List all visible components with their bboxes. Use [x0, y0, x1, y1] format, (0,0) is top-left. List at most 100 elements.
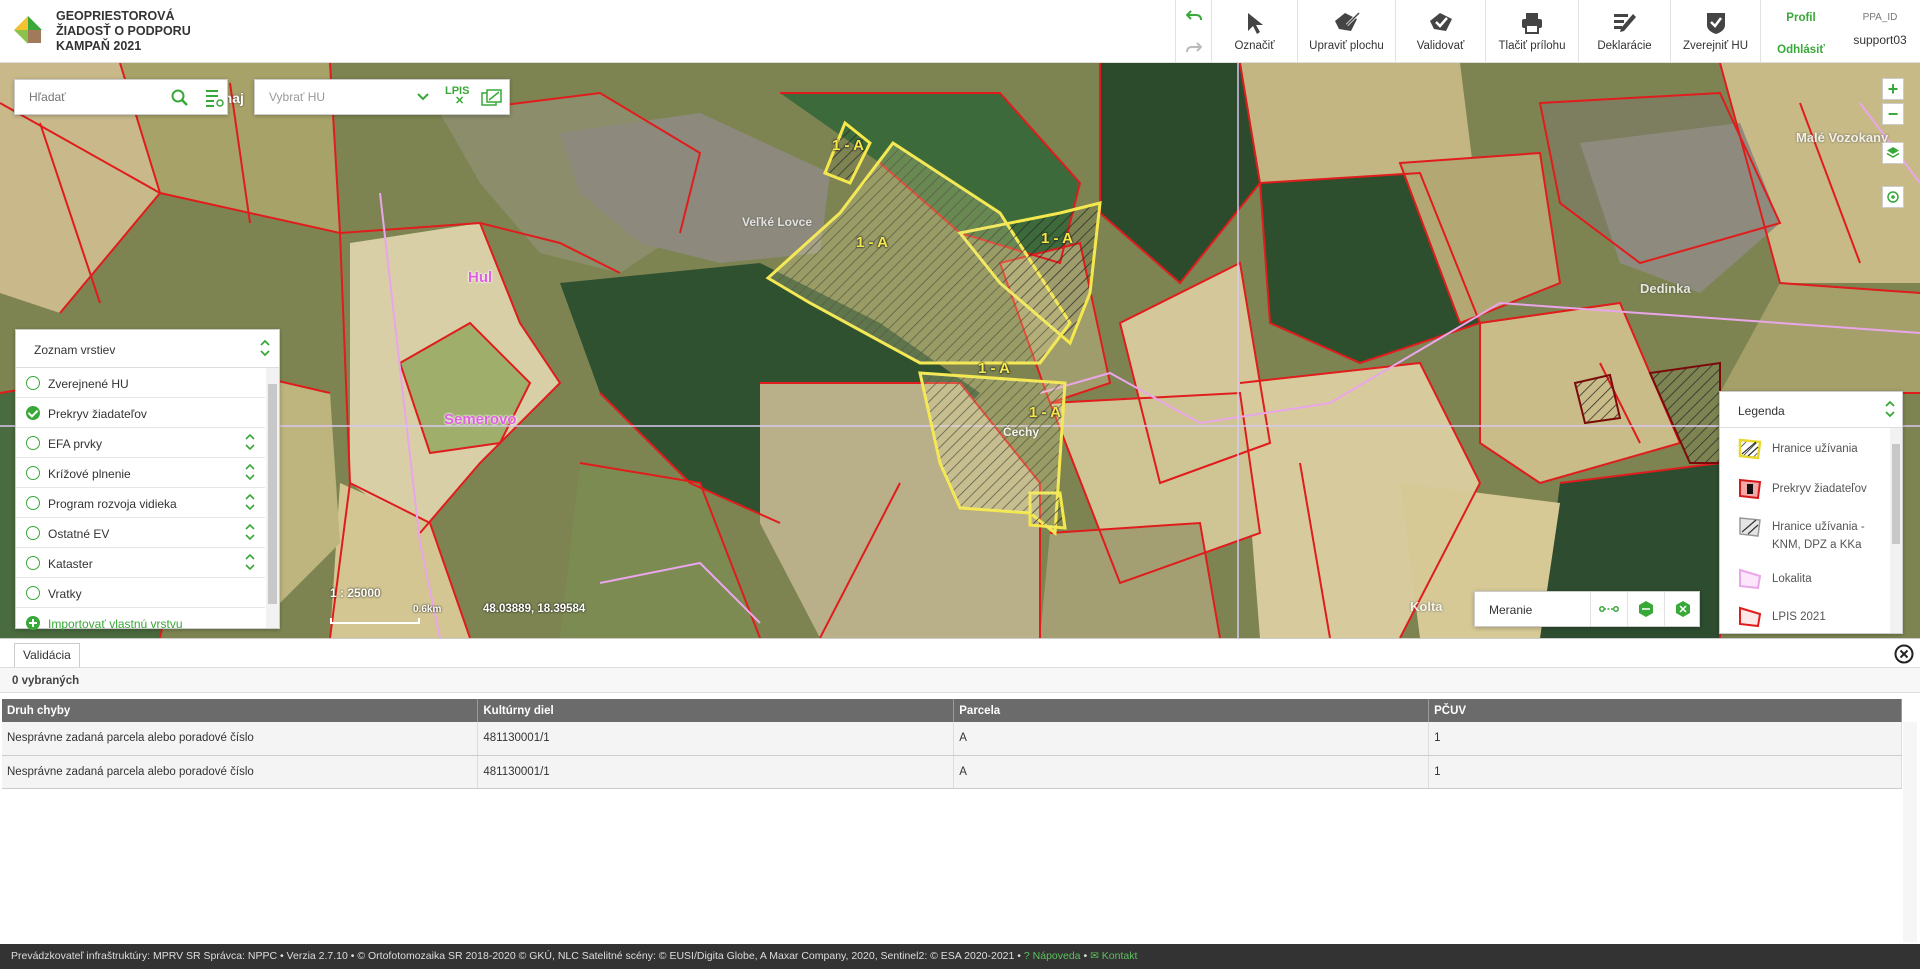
- lpis-toggle[interactable]: LPIS ✕: [445, 85, 469, 107]
- zoom-out-button[interactable]: −: [1882, 103, 1904, 125]
- search-icon[interactable]: [171, 89, 189, 107]
- layer-label: Zverejnené HU: [48, 377, 129, 391]
- zoom-in-button[interactable]: +: [1882, 78, 1904, 100]
- tool-publish-button[interactable]: Zverejniť HU: [1670, 0, 1760, 63]
- undo-button[interactable]: [1176, 0, 1211, 31]
- column-header[interactable]: PČUV: [1428, 699, 1902, 722]
- search-input[interactable]: [15, 80, 165, 114]
- layer-checkbox[interactable]: [26, 526, 40, 540]
- validate-icon: [1429, 13, 1452, 31]
- app-title-line-2: ŽIADOSŤ O PODPORU: [56, 24, 191, 38]
- layer-checkbox[interactable]: [26, 376, 40, 390]
- tool-validate-button[interactable]: Validovať: [1395, 0, 1485, 63]
- locate-button[interactable]: [1882, 186, 1904, 208]
- layer-label: Vratky: [48, 587, 82, 601]
- column-header[interactable]: Parcela: [953, 699, 1430, 722]
- reorder-icon[interactable]: [245, 522, 255, 542]
- layer-item-vratky[interactable]: Vratky: [16, 578, 265, 608]
- layers-panel: Zoznam vrstiev Zverejnené HU Prekryv žia…: [15, 329, 280, 631]
- layers-icon: [1886, 147, 1900, 158]
- layer-checkbox[interactable]: [26, 556, 40, 570]
- column-header[interactable]: Kultúrny diel: [477, 699, 955, 722]
- layer-label: EFA prvky: [48, 437, 103, 451]
- layer-item-krizove-plnenie[interactable]: Krížové plnenie: [16, 458, 265, 488]
- measure-area-button[interactable]: [1627, 592, 1664, 626]
- declarations-icon: [1613, 14, 1636, 32]
- tool-print-button[interactable]: Tlačiť prílohu: [1485, 0, 1578, 63]
- tool-select-button[interactable]: Označiť: [1211, 0, 1297, 63]
- close-icon[interactable]: [1894, 644, 1914, 664]
- layer-item-efa-prvky[interactable]: EFA prvky: [16, 428, 265, 458]
- scrollbar-thumb[interactable]: [268, 384, 277, 604]
- chevron-down-icon[interactable]: [415, 89, 431, 105]
- measure-clear-button[interactable]: [1664, 592, 1701, 626]
- column-header[interactable]: Druh chyby: [2, 699, 479, 722]
- user-id-label: PPA_ID: [1862, 12, 1898, 23]
- table-cell: A: [953, 722, 1430, 756]
- place-label-cechy: Čechy: [1003, 425, 1040, 439]
- tool-edit-area-button[interactable]: Upraviť plochu: [1297, 0, 1395, 63]
- measure-panel: Meranie: [1474, 591, 1700, 627]
- import-layer-button[interactable]: Importovať vlastnú vrstvu: [16, 608, 265, 638]
- layer-checkbox[interactable]: [26, 466, 40, 480]
- layer-item-zverejnene-hu[interactable]: Zverejnené HU: [16, 368, 265, 398]
- layer-checkbox[interactable]: [26, 406, 40, 420]
- tool-declarations-button[interactable]: Deklarácie: [1578, 0, 1670, 63]
- layers-scrollbar[interactable]: [266, 368, 279, 628]
- layer-checkbox[interactable]: [26, 496, 40, 510]
- redo-button[interactable]: [1176, 32, 1211, 63]
- help-link[interactable]: ? Nápoveda: [1024, 950, 1081, 962]
- collapse-icon[interactable]: [1884, 400, 1896, 418]
- hu-select[interactable]: Vybrať HU: [269, 90, 325, 104]
- layer-item-ostatne-ev[interactable]: Ostatné EV: [16, 518, 265, 548]
- layer-label: Krížové plnenie: [48, 467, 131, 481]
- minus-icon: −: [1887, 104, 1899, 124]
- legend-header[interactable]: Legenda: [1720, 392, 1902, 428]
- parcel-label[interactable]: 1 - A: [978, 360, 1010, 377]
- collapse-icon[interactable]: [259, 339, 271, 357]
- legend-label: LPIS 2021: [1772, 611, 1826, 623]
- plus-icon: +: [1887, 79, 1899, 99]
- add-icon: [26, 616, 40, 630]
- table-row[interactable]: Nesprávne zadaná parcela alebo poradové …: [2, 722, 1902, 756]
- place-label-semerovo: Semerovo: [444, 411, 517, 428]
- help-label: Nápoveda: [1032, 950, 1081, 962]
- app-title-line-3: KAMPAŇ 2021: [56, 39, 142, 53]
- layer-label: Prekryv žiadateľov: [48, 407, 147, 421]
- import-layer-label: Importovať vlastnú vrstvu: [48, 617, 183, 631]
- table-row[interactable]: Nesprávne zadaná parcela alebo poradové …: [2, 755, 1902, 789]
- parcel-label[interactable]: 1 - A: [832, 137, 864, 154]
- scrollbar-thumb[interactable]: [1892, 444, 1900, 544]
- profile-link[interactable]: Profil: [1761, 12, 1841, 24]
- parcel-label[interactable]: 1 - A: [856, 234, 888, 251]
- validation-panel: Validácia 0 vybraných Druh chyby Kultúrn…: [0, 638, 1920, 944]
- measure-distance-icon: [1599, 606, 1619, 612]
- reorder-icon[interactable]: [245, 462, 255, 482]
- parcel-label[interactable]: 1 - A: [1041, 230, 1073, 247]
- layer-item-prekryv-ziadatelov[interactable]: Prekryv žiadateľov: [16, 398, 265, 428]
- layers-panel-header[interactable]: Zoznam vrstiev: [16, 330, 279, 368]
- table-header-row: Druh chyby Kultúrny diel Parcela PČUV: [2, 699, 1902, 722]
- layer-item-program-rozvoja-vidieka[interactable]: Program rozvoja vidieka: [16, 488, 265, 518]
- contact-link[interactable]: ✉ Kontakt: [1090, 950, 1137, 962]
- tool-publish-label: Zverejniť HU: [1682, 40, 1749, 52]
- measure-distance-button[interactable]: [1590, 592, 1627, 626]
- parcel-label[interactable]: 1 - A: [1029, 404, 1061, 421]
- search-list-icon[interactable]: [205, 88, 225, 108]
- reorder-icon[interactable]: [245, 432, 255, 452]
- layer-checkbox[interactable]: [26, 436, 40, 450]
- legend-title: Legenda: [1738, 404, 1785, 418]
- table-scrollbar[interactable]: [1903, 722, 1917, 942]
- map-view[interactable]: Dolný Ohaj Hul Semerovo Veľké Lovce Čech…: [0, 63, 1920, 638]
- locate-icon: [1887, 191, 1899, 203]
- tab-validation[interactable]: Validácia: [14, 643, 80, 667]
- legend-scrollbar[interactable]: [1890, 428, 1902, 633]
- basemap-button[interactable]: [1882, 142, 1904, 164]
- logout-link[interactable]: Odhlásiť: [1761, 44, 1841, 56]
- scale-bar: [330, 618, 420, 624]
- layer-compare-icon[interactable]: [481, 89, 503, 109]
- layer-checkbox[interactable]: [26, 586, 40, 600]
- layer-item-kataster[interactable]: Kataster: [16, 548, 265, 578]
- reorder-icon[interactable]: [245, 552, 255, 572]
- reorder-icon[interactable]: [245, 492, 255, 512]
